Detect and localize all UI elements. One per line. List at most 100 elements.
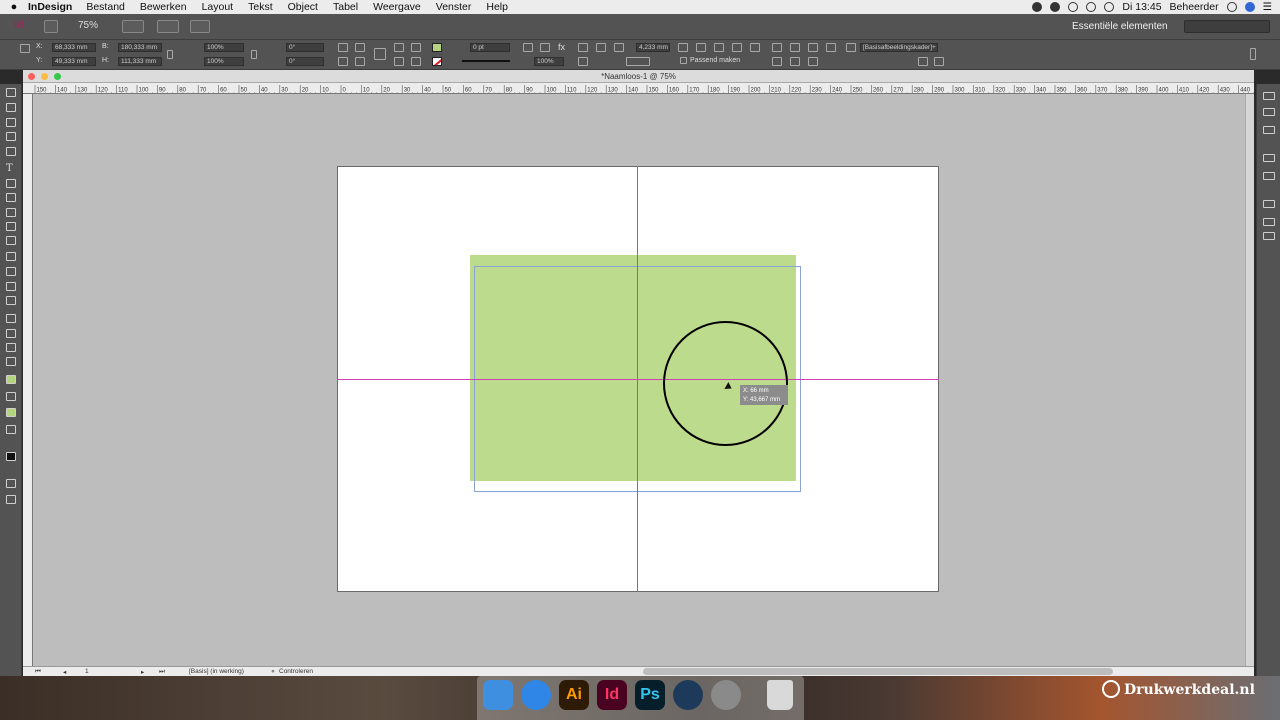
gap-tool-icon[interactable]: [6, 132, 16, 141]
notification-center-icon[interactable]: ☰: [1263, 1, 1272, 13]
arrange-documents-button[interactable]: [190, 20, 210, 33]
zoom-level-dropdown[interactable]: 75%: [78, 20, 98, 31]
flip-vertical-icon[interactable]: [355, 57, 365, 66]
screen-mode-icon[interactable]: [6, 425, 16, 434]
cc-libraries-panel-icon[interactable]: [1263, 218, 1275, 226]
align-top-icon[interactable]: [772, 57, 782, 66]
stroke-swatch[interactable]: [432, 57, 442, 66]
finder-icon[interactable]: [483, 680, 513, 710]
stroke-weight-field[interactable]: 0 pt: [470, 43, 510, 52]
formatting-affects-container-icon[interactable]: [6, 392, 16, 401]
width-field[interactable]: 180,333 mm: [118, 43, 162, 52]
align-left-icon[interactable]: [772, 43, 782, 52]
prev-page-icon[interactable]: ◂: [63, 668, 66, 676]
horizontal-scrollbar-thumb[interactable]: [643, 668, 1113, 675]
pasteboard[interactable]: X: 66 mm Y: 43,667 mm: [33, 94, 1245, 666]
corner-options-icon[interactable]: [578, 57, 588, 66]
object-style-dropdown[interactable]: [Basisafbeeldingskader]+: [860, 43, 938, 52]
corner-shape-dropdown[interactable]: [626, 57, 650, 66]
corner-size-field[interactable]: 4,233 mm: [636, 43, 670, 52]
horizontal-ruler[interactable]: 150 140 130 120 110 100 90 80 70 60 50 40 30 20 10 0 10 2…: [23, 83, 1254, 94]
create-style-icon[interactable]: [934, 57, 944, 66]
safari-icon[interactable]: [521, 680, 551, 710]
line-tool-icon[interactable]: [6, 179, 16, 188]
menu-tabel[interactable]: Tabel: [333, 1, 358, 13]
align-middle-icon[interactable]: [790, 57, 800, 66]
menu-bestand[interactable]: Bestand: [86, 1, 125, 13]
normal-view-icon[interactable]: [6, 479, 16, 488]
creative-cloud-icon[interactable]: [1050, 2, 1061, 12]
menu-tekst[interactable]: Tekst: [248, 1, 273, 13]
page-tool-icon[interactable]: [6, 118, 16, 127]
direct-selection-tool-icon[interactable]: [6, 103, 16, 112]
illustrator-icon[interactable]: Ai: [559, 680, 589, 710]
bridge-button[interactable]: [44, 20, 58, 33]
quicktime-icon[interactable]: [673, 680, 703, 710]
ellipse-shape[interactable]: [663, 321, 788, 446]
reference-point-icon[interactable]: [20, 44, 30, 53]
indesign-icon[interactable]: Id: [597, 680, 627, 710]
fill-swatch[interactable]: [432, 43, 442, 52]
zoom-tool-icon[interactable]: [6, 357, 16, 366]
auto-fit-icon[interactable]: [614, 43, 624, 52]
vertical-scrollbar[interactable]: [1245, 94, 1254, 666]
master-state-label[interactable]: [Basis] (in werking): [189, 668, 244, 675]
last-page-icon[interactable]: ⏭: [159, 668, 165, 676]
pencil-tool-icon[interactable]: [6, 208, 16, 217]
apply-color-icon[interactable]: [6, 408, 16, 417]
drop-shadow-icon[interactable]: [523, 43, 533, 52]
stroke-panel-icon[interactable]: [1263, 154, 1275, 162]
fit-content-frame-icon[interactable]: [678, 43, 688, 52]
distribute-icon[interactable]: [826, 43, 836, 52]
clear-overrides-icon[interactable]: [918, 57, 928, 66]
menu-help[interactable]: Help: [486, 1, 508, 13]
align-right-icon[interactable]: [808, 43, 818, 52]
align-bottom-icon[interactable]: [808, 57, 818, 66]
next-page-icon[interactable]: ▸: [141, 668, 144, 676]
user-menu[interactable]: Beheerder: [1170, 1, 1219, 13]
maximize-window-icon[interactable]: [54, 73, 61, 80]
menu-weergave[interactable]: Weergave: [373, 1, 421, 13]
minimize-window-icon[interactable]: [41, 73, 48, 80]
apple-menu-icon[interactable]: ●: [0, 1, 28, 13]
first-page-icon[interactable]: ⏮: [35, 668, 41, 676]
page-number-field[interactable]: 1: [85, 668, 89, 675]
fill-frame-proportionally-icon[interactable]: [732, 43, 742, 52]
horizontal-guide[interactable]: [337, 379, 939, 380]
preflight-status-icon[interactable]: ●: [271, 668, 275, 675]
rotate-ccw-icon[interactable]: [355, 43, 365, 52]
menu-venster[interactable]: Venster: [436, 1, 472, 13]
text-wrap-box-icon[interactable]: [596, 43, 606, 52]
close-window-icon[interactable]: [28, 73, 35, 80]
menu-object[interactable]: Object: [288, 1, 318, 13]
select-content-icon[interactable]: [411, 43, 421, 52]
preflight-profile[interactable]: Controleren: [279, 668, 313, 675]
flip-horizontal-icon[interactable]: [338, 57, 348, 66]
effects-panel-icon[interactable]: [1263, 232, 1275, 240]
pages-panel-icon[interactable]: [1263, 92, 1275, 100]
constrain-scale-icon[interactable]: [251, 50, 257, 59]
effects-icon[interactable]: [540, 43, 550, 52]
sync-icon[interactable]: [1068, 2, 1079, 12]
shear-field[interactable]: 0°: [286, 57, 324, 66]
fit-content-proportionally-icon[interactable]: [750, 43, 760, 52]
fill-color-icon[interactable]: [6, 375, 16, 384]
gradient-swatch-tool-icon[interactable]: [6, 282, 16, 291]
adobe-stock-search-input[interactable]: [1184, 20, 1270, 33]
center-content-icon[interactable]: [714, 43, 724, 52]
vertical-ruler[interactable]: [23, 94, 33, 666]
note-tool-icon[interactable]: [6, 314, 16, 323]
type-tool-icon[interactable]: T: [6, 164, 16, 174]
content-collector-icon[interactable]: [6, 147, 16, 156]
workspace-switcher[interactable]: Essentiële elementen: [1072, 21, 1168, 32]
wifi-icon[interactable]: [1086, 2, 1097, 12]
app-menu[interactable]: InDesign: [28, 1, 72, 13]
system-preferences-icon[interactable]: [711, 680, 741, 710]
menu-layout[interactable]: Layout: [202, 1, 234, 13]
height-field[interactable]: 111,333 mm: [118, 57, 162, 66]
pen-tool-icon[interactable]: [6, 193, 16, 202]
stroke-color-icon[interactable]: [6, 452, 16, 461]
menu-bewerken[interactable]: Bewerken: [140, 1, 187, 13]
select-next-icon[interactable]: [411, 57, 421, 66]
select-container-icon[interactable]: [394, 43, 404, 52]
